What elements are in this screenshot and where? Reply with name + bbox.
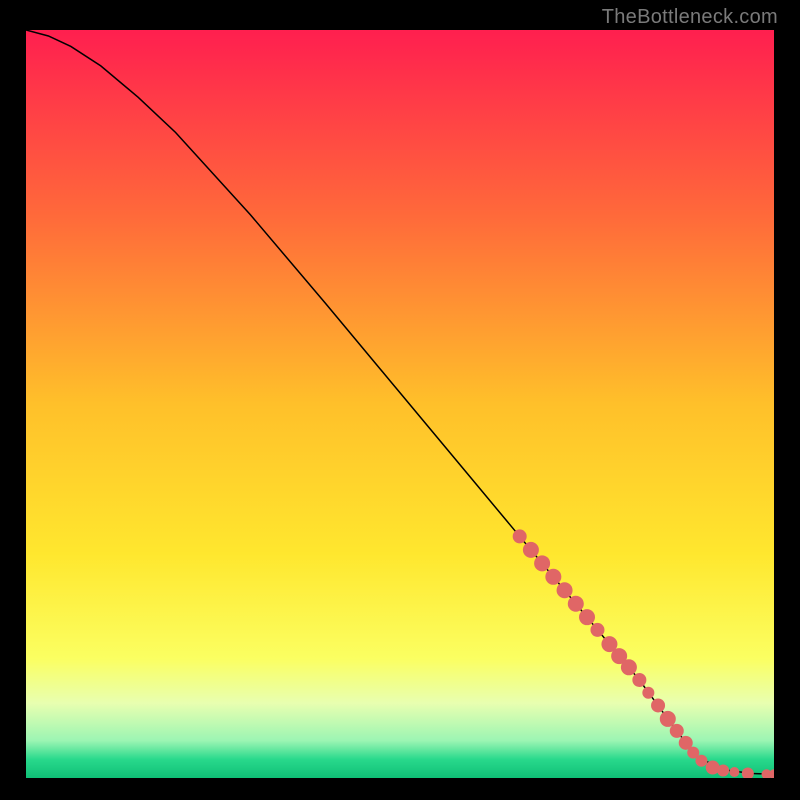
plot-area [26,30,774,778]
marker-point [568,596,584,612]
marker-point [651,698,665,712]
plot-background [26,30,774,778]
plot-svg [26,30,774,778]
chart-container: TheBottleneck.com [0,0,800,800]
marker-point [695,755,707,767]
marker-point [513,529,527,543]
watermark-text: TheBottleneck.com [602,6,778,29]
marker-point [660,711,676,727]
marker-point [545,569,561,585]
marker-point [642,687,654,699]
marker-point [729,767,739,777]
marker-point [670,724,684,738]
marker-point [632,673,646,687]
marker-point [534,555,550,571]
marker-point [590,623,604,637]
marker-point [579,609,595,625]
marker-point [557,582,573,598]
marker-point [523,542,539,558]
marker-point [717,765,729,777]
marker-point [621,659,637,675]
